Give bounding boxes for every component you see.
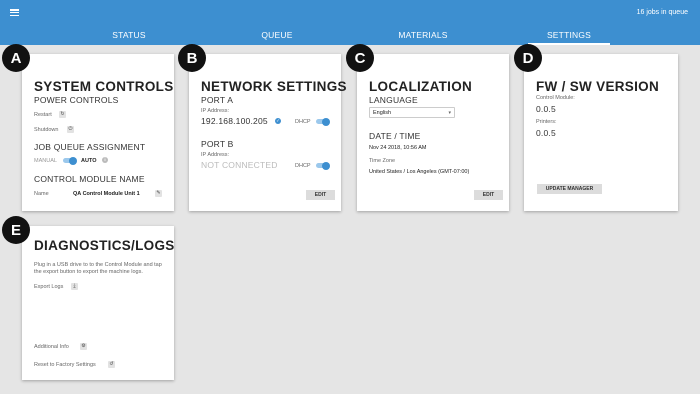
reset-factory-label: Reset to Factory Settings bbox=[34, 362, 96, 368]
auto-label: AUTO bbox=[81, 158, 97, 164]
update-manager-button[interactable]: UPDATE MANAGER bbox=[537, 184, 602, 194]
date-time-value: Nov 24 2018, 10:56 AM bbox=[369, 145, 427, 151]
system-controls-card: SYSTEM CONTROLS POWER CONTROLS Restart ↻… bbox=[22, 54, 174, 211]
download-icon[interactable]: ⤓ bbox=[71, 283, 78, 290]
queue-count: 16 jobs in queue bbox=[636, 9, 688, 16]
diagnostics-description-line-1: Plug in a USB drive to to the Control Mo… bbox=[34, 262, 162, 268]
restart-label: Restart bbox=[34, 112, 52, 118]
badge-a: A bbox=[2, 44, 30, 72]
port-a-ip-value: 192.168.100.205 bbox=[201, 116, 268, 126]
control-module-label: Control Module: bbox=[536, 95, 575, 101]
card-title: FW / SW VERSION bbox=[536, 79, 660, 94]
badge-d: D bbox=[514, 44, 542, 72]
power-icon[interactable]: ⏻ bbox=[67, 126, 74, 133]
edit-pencil-icon[interactable]: ✎ bbox=[155, 190, 162, 197]
manual-label: MANUAL bbox=[34, 158, 57, 164]
restart-icon[interactable]: ↻ bbox=[59, 111, 66, 118]
card-title: LOCALIZATION bbox=[369, 79, 473, 94]
port-b-ip-label: IP Address: bbox=[201, 152, 230, 158]
card-title: SYSTEM CONTROLS bbox=[34, 79, 174, 94]
date-time-heading: DATE / TIME bbox=[369, 131, 421, 141]
diagnostics-card: DIAGNOSTICS/LOGS Plug in a USB drive to … bbox=[22, 226, 174, 380]
card-title: DIAGNOSTICS/LOGS bbox=[34, 238, 175, 253]
queue-mode-toggle[interactable] bbox=[63, 156, 77, 165]
port-b-dhcp-label: DHCP bbox=[295, 163, 311, 169]
port-a-dhcp-label: DHCP bbox=[295, 119, 311, 125]
language-select[interactable]: English ▾ bbox=[369, 107, 455, 118]
name-label: Name bbox=[34, 191, 49, 197]
check-icon: ✓ bbox=[275, 118, 281, 124]
card-title: NETWORK SETTINGS bbox=[201, 79, 347, 94]
language-value: English bbox=[373, 110, 392, 116]
timezone-value: United States / Los Angeles (GMT-07:00) bbox=[369, 169, 470, 175]
tab-status[interactable]: STATUS bbox=[88, 24, 170, 45]
port-b-heading: PORT B bbox=[201, 139, 234, 149]
tab-materials[interactable]: MATERIALS bbox=[382, 24, 464, 45]
port-a-heading: PORT A bbox=[201, 95, 234, 105]
port-a-ip-label: IP Address: bbox=[201, 108, 230, 114]
badge-e: E bbox=[2, 216, 30, 244]
info-icon[interactable]: i bbox=[102, 157, 108, 163]
network-edit-button[interactable]: EDIT bbox=[306, 190, 335, 200]
shutdown-label: Shutdown bbox=[34, 127, 59, 133]
diagnostics-description-line-2: the export button to export the machine … bbox=[34, 269, 143, 275]
gear-icon[interactable]: ⚙ bbox=[80, 343, 87, 350]
power-controls-heading: POWER CONTROLS bbox=[34, 95, 119, 105]
badge-c: C bbox=[346, 44, 374, 72]
port-a-dhcp-toggle[interactable] bbox=[316, 117, 330, 126]
printers-label: Printers: bbox=[536, 119, 557, 125]
timezone-label: Time Zone bbox=[369, 158, 396, 164]
printers-version: 0.0.5 bbox=[536, 128, 556, 138]
tab-settings[interactable]: SETTINGS bbox=[528, 24, 610, 45]
badge-b: B bbox=[178, 44, 206, 72]
top-bar: 16 jobs in queue STATUS QUEUE MATERIALS … bbox=[0, 0, 700, 45]
port-b-ip-value: NOT CONNECTED bbox=[201, 160, 278, 170]
hamburger-menu-icon[interactable] bbox=[10, 9, 19, 17]
module-name-value: QA Control Module Unit 1 bbox=[73, 191, 140, 197]
job-queue-heading: JOB QUEUE ASSIGNMENT bbox=[34, 142, 146, 152]
tab-bar: STATUS QUEUE MATERIALS SETTINGS bbox=[0, 24, 700, 45]
additional-info-label: Additional Info bbox=[34, 344, 69, 350]
language-heading: LANGUAGE bbox=[369, 95, 418, 105]
tab-queue[interactable]: QUEUE bbox=[236, 24, 318, 45]
version-card: FW / SW VERSION Control Module: 0.0.5 Pr… bbox=[524, 54, 678, 211]
network-settings-card: NETWORK SETTINGS PORT A IP Address: 192.… bbox=[189, 54, 347, 211]
chevron-down-icon: ▾ bbox=[448, 110, 451, 116]
export-logs-label: Export Logs bbox=[34, 284, 64, 290]
port-b-dhcp-toggle[interactable] bbox=[316, 161, 330, 170]
reset-icon[interactable]: ↺ bbox=[108, 361, 115, 368]
control-module-version: 0.0.5 bbox=[536, 104, 556, 114]
localization-card: LOCALIZATION LANGUAGE English ▾ DATE / T… bbox=[357, 54, 509, 211]
control-module-name-heading: CONTROL MODULE NAME bbox=[34, 174, 145, 184]
localization-edit-button[interactable]: EDIT bbox=[474, 190, 503, 200]
